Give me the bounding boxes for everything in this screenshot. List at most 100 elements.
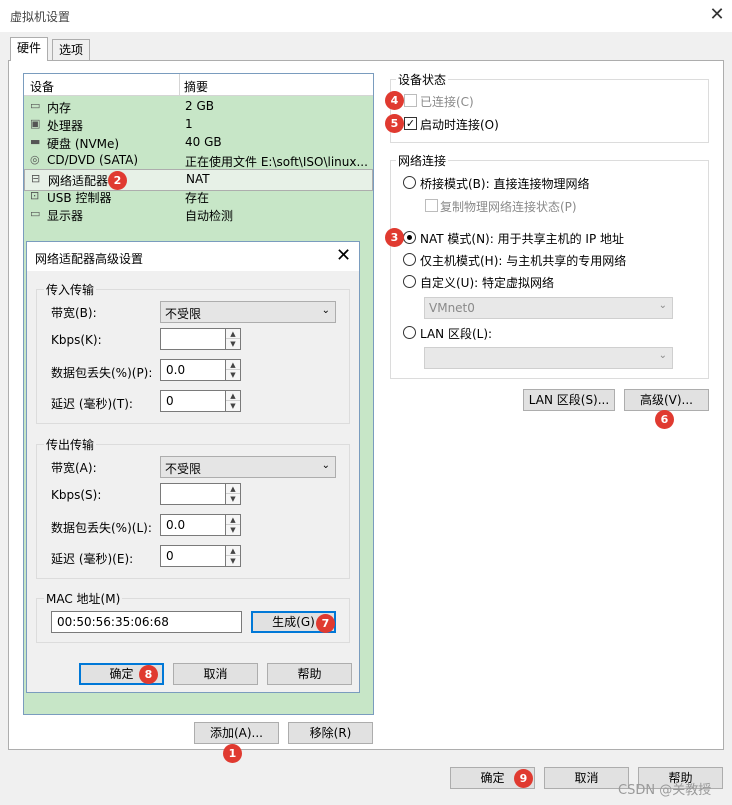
device-status-group — [390, 79, 709, 143]
chevron-down-icon: ⌄ — [658, 300, 667, 311]
add-device-button[interactable]: 添加(A)... — [194, 722, 279, 744]
custom-label: 自定义(U): 特定虚拟网络 — [420, 276, 555, 290]
incoming-bandwidth-label: 带宽(B): — [51, 306, 97, 320]
device-name: 硬盘 (NVMe) — [47, 137, 120, 151]
outgoing-latency-stepper[interactable]: ▲ ▼ — [226, 545, 241, 567]
down-arrow-icon[interactable]: ▼ — [226, 556, 240, 566]
up-arrow-icon[interactable]: ▲ — [226, 515, 240, 525]
down-arrow-icon[interactable]: ▼ — [226, 494, 240, 504]
down-arrow-icon[interactable]: ▼ — [226, 525, 240, 535]
cancel-button[interactable]: 取消 — [544, 767, 629, 789]
lan-segment-label: LAN 区段(L): — [420, 327, 493, 341]
monitor-icon: ▭ — [30, 207, 41, 220]
incoming-latency-value: 0 — [166, 394, 174, 408]
remove-device-button[interactable]: 移除(R) — [288, 722, 373, 744]
outgoing-kbps-stepper[interactable]: ▲ ▼ — [226, 483, 241, 505]
device-summary: 2 GB — [185, 99, 214, 113]
outgoing-bandwidth-label: 带宽(A): — [51, 461, 97, 475]
device-name: 处理器 — [47, 119, 84, 133]
down-arrow-icon[interactable]: ▼ — [226, 370, 240, 380]
device-status-label: 设备状态 — [396, 71, 449, 88]
host-only-radio[interactable] — [403, 253, 416, 266]
device-row-hard-disk[interactable]: ▬ 硬盘 (NVMe) 40 GB — [24, 133, 373, 151]
lan-segments-button[interactable]: LAN 区段(S)... — [523, 389, 615, 411]
bridged-radio[interactable] — [403, 176, 416, 189]
custom-network-value: VMnet0 — [429, 301, 475, 315]
outgoing-bandwidth-select[interactable]: 不受限 ⌄ — [160, 456, 336, 478]
outgoing-transfer-label: 传出传输 — [44, 436, 97, 453]
device-column-header[interactable]: 设备 — [30, 78, 54, 95]
device-row-processor[interactable]: ▣ 处理器 1 — [24, 115, 373, 133]
incoming-loss-label: 数据包丢失(%)(P): — [51, 366, 153, 380]
host-only-label: 仅主机模式(H): 与主机共享的专用网络 — [420, 254, 627, 268]
device-row-memory[interactable]: ▭ 内存 2 GB — [24, 97, 373, 115]
connect-at-power-on-checkbox[interactable]: ✓ — [404, 117, 417, 130]
dialog-cancel-button[interactable]: 取消 — [173, 663, 258, 685]
device-summary: 存在 — [185, 191, 210, 205]
incoming-latency-stepper[interactable]: ▲ ▼ — [226, 390, 241, 412]
advanced-button[interactable]: 高级(V)... — [624, 389, 709, 411]
down-arrow-icon[interactable]: ▼ — [226, 401, 240, 411]
incoming-bandwidth-select[interactable]: 不受限 ⌄ — [160, 301, 336, 323]
up-arrow-icon[interactable]: ▲ — [226, 391, 240, 401]
outgoing-latency-input[interactable]: 0 — [160, 545, 226, 567]
mac-address-input[interactable]: 00:50:56:35:06:68 — [51, 611, 242, 633]
device-summary: 自动检测 — [185, 209, 234, 223]
chevron-down-icon: ⌄ — [658, 350, 667, 361]
incoming-kbps-input[interactable] — [160, 328, 226, 350]
up-arrow-icon[interactable]: ▲ — [226, 360, 240, 370]
connected-checkbox[interactable] — [404, 94, 417, 107]
outgoing-loss-value: 0.0 — [166, 518, 186, 532]
outgoing-bandwidth-value: 不受限 — [165, 462, 202, 476]
title-bar — [0, 0, 732, 32]
incoming-loss-input[interactable]: 0.0 — [160, 359, 226, 381]
network-adapter-icon: ⊟ — [31, 172, 41, 185]
incoming-loss-stepper[interactable]: ▲ ▼ — [226, 359, 241, 381]
watermark-text: CSDN @关教授 — [618, 783, 712, 798]
replicate-state-checkbox[interactable] — [425, 199, 438, 212]
dialog-help-button[interactable]: 帮助 — [267, 663, 352, 685]
close-icon[interactable]: ✕ — [708, 5, 726, 25]
tab-options[interactable]: 选项 — [52, 39, 91, 61]
close-icon[interactable]: ✕ — [336, 245, 351, 266]
up-arrow-icon[interactable]: ▲ — [226, 329, 240, 339]
up-arrow-icon[interactable]: ▲ — [226, 484, 240, 494]
column-divider — [179, 74, 180, 96]
device-row-cd-dvd[interactable]: ◎ CD/DVD (SATA) 正在使用文件 E:\soft\ISO\linux… — [24, 151, 373, 169]
outgoing-kbps-label: Kbps(S): — [51, 488, 102, 502]
nat-label: NAT 模式(N): 用于共享主机的 IP 地址 — [420, 232, 625, 246]
outgoing-loss-stepper[interactable]: ▲ ▼ — [226, 514, 241, 536]
step-badge-4: 4 — [385, 91, 404, 110]
memory-icon: ▭ — [30, 99, 41, 112]
connected-label: 已连接(C) — [420, 95, 474, 109]
lan-segment-radio[interactable] — [403, 326, 416, 339]
cpu-icon: ▣ — [30, 117, 41, 130]
custom-radio[interactable] — [403, 275, 416, 288]
up-arrow-icon[interactable]: ▲ — [226, 546, 240, 556]
lan-segment-dropdown[interactable]: ⌄ — [424, 347, 673, 369]
step-badge-3: 3 — [385, 228, 404, 247]
outgoing-loss-input[interactable]: 0.0 — [160, 514, 226, 536]
custom-network-dropdown[interactable]: VMnet0 ⌄ — [424, 297, 673, 319]
step-badge-2: 2 — [108, 171, 127, 190]
dialog-title-bar: 网络适配器高级设置 ✕ — [27, 242, 359, 271]
device-summary: 1 — [185, 117, 193, 131]
device-row-usb[interactable]: ⊡ USB 控制器 存在 — [24, 187, 373, 205]
down-arrow-icon[interactable]: ▼ — [226, 339, 240, 349]
mac-address-value: 00:50:56:35:06:68 — [57, 615, 169, 629]
incoming-kbps-stepper[interactable]: ▲ ▼ — [226, 328, 241, 350]
hard-disk-icon: ▬ — [30, 135, 41, 148]
incoming-bandwidth-value: 不受限 — [165, 307, 202, 321]
outgoing-kbps-input[interactable] — [160, 483, 226, 505]
device-list-header: 设备 摘要 — [24, 74, 373, 96]
advanced-settings-dialog: 网络适配器高级设置 ✕ 传入传输 带宽(B): 不受限 ⌄ Kbps(K): ▲… — [26, 241, 360, 693]
nat-radio[interactable] — [403, 231, 416, 244]
tab-hardware[interactable]: 硬件 — [10, 37, 49, 61]
incoming-latency-input[interactable]: 0 — [160, 390, 226, 412]
summary-column-header[interactable]: 摘要 — [184, 78, 208, 95]
window-title: 虚拟机设置 — [10, 10, 71, 24]
device-name: CD/DVD (SATA) — [47, 153, 139, 167]
device-row-monitor[interactable]: ▭ 显示器 自动检测 — [24, 205, 373, 223]
chevron-down-icon: ⌄ — [321, 305, 330, 316]
usb-icon: ⊡ — [30, 189, 40, 202]
